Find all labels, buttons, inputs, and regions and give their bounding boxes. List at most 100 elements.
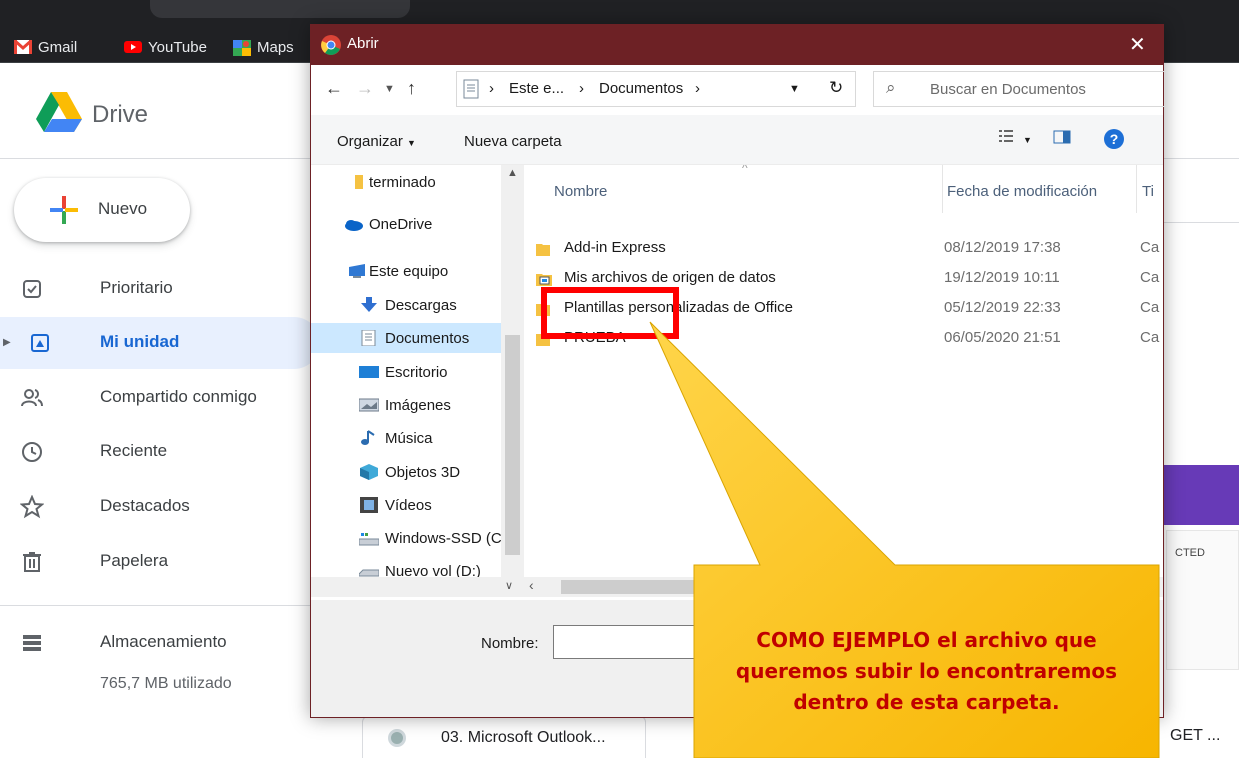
- file-name: Mis archivos de origen de datos: [564, 269, 776, 286]
- nav-pane-item[interactable]: Imágenes: [358, 390, 451, 420]
- horizontal-scrollbar[interactable]: ∨ ‹: [311, 577, 1163, 597]
- search-placeholder: Buscar en Documentos: [930, 81, 1086, 98]
- nav-pane-item[interactable]: Windows-SSD (C: [358, 523, 502, 553]
- nav-item-recent[interactable]: Reciente: [0, 426, 320, 478]
- download-icon: [359, 297, 379, 313]
- nav-item-label: Mi unidad: [100, 332, 180, 351]
- organize-menu[interactable]: Organizar ▼: [337, 133, 416, 150]
- filename-label: Nombre:: [481, 635, 539, 652]
- column-header-type[interactable]: Ti: [1142, 183, 1154, 200]
- nav-pane-item-selected[interactable]: Documentos: [311, 323, 501, 353]
- bookmark-youtube[interactable]: YouTube: [124, 36, 207, 58]
- nav-pane-item[interactable]: OneDrive: [343, 209, 432, 239]
- pictures-icon: [358, 397, 380, 413]
- onedrive-icon: [343, 216, 363, 232]
- trash-icon: [20, 550, 44, 574]
- thumbnail-text: CTED: [1175, 547, 1205, 559]
- maps-icon: [233, 40, 251, 56]
- nav-pane-item[interactable]: Música: [359, 423, 433, 453]
- nav-pane-label: Vídeos: [385, 496, 432, 514]
- file-date: 06/05/2020 21:51: [944, 329, 1061, 346]
- address-bar[interactable]: › Este e... › Documentos › ▼ ↻: [456, 71, 856, 107]
- file-type: Ca: [1140, 239, 1160, 256]
- nav-pane-item[interactable]: Escritorio: [359, 357, 448, 387]
- view-options-icon[interactable]: [999, 129, 1013, 147]
- this-pc-icon: [347, 263, 367, 279]
- search-box[interactable]: ⌕ Buscar en Documentos: [873, 71, 1165, 107]
- breadcrumb-item[interactable]: Documentos: [599, 80, 683, 97]
- nav-pane-item[interactable]: terminado: [355, 167, 436, 197]
- nav-item-my-drive[interactable]: ▶ Mi unidad: [0, 317, 320, 369]
- nav-pane-scrollbar[interactable]: ▲ ▼: [501, 165, 524, 597]
- file-date: 19/12/2019 10:11: [944, 269, 1060, 286]
- back-arrow-icon[interactable]: ←: [325, 78, 343, 99]
- nav-pane-label: Documentos: [385, 329, 470, 347]
- file-name-truncated[interactable]: GET ...: [1170, 727, 1220, 745]
- breadcrumb-separator: ›: [489, 80, 494, 97]
- close-icon[interactable]: ✕: [1129, 32, 1146, 57]
- up-arrow-icon[interactable]: ↑: [407, 78, 416, 99]
- new-button[interactable]: Nuevo: [14, 178, 190, 242]
- callout-line: queremos subir lo encontraremos: [735, 659, 1118, 683]
- gmail-icon: [13, 38, 33, 54]
- scroll-left-icon[interactable]: ‹: [529, 577, 534, 593]
- nav-item-starred[interactable]: Destacados: [0, 481, 320, 533]
- chevron-down-icon[interactable]: ∨: [505, 579, 513, 592]
- preview-pane-icon[interactable]: [1053, 130, 1071, 148]
- clock-icon: [20, 440, 44, 464]
- nav-pane-item[interactable]: Vídeos: [359, 490, 432, 520]
- bookmark-maps[interactable]: Maps: [233, 36, 294, 58]
- nav-pane-label: Este equipo: [369, 262, 449, 280]
- column-separator[interactable]: [942, 165, 943, 213]
- chevron-down-icon[interactable]: ▼: [789, 83, 800, 95]
- column-header-date[interactable]: Fecha de modificación: [947, 183, 1097, 200]
- nav-pane-label: Música: [385, 429, 433, 447]
- music-icon: [359, 430, 379, 446]
- file-list: ^ Nombre Fecha de modificación Ti Add-in…: [524, 165, 1163, 597]
- search-icon: ⌕: [886, 78, 896, 97]
- file-date: 08/12/2019 17:38: [944, 239, 1061, 256]
- browser-tab[interactable]: [150, 0, 410, 18]
- drive-logo-icon[interactable]: [36, 92, 82, 137]
- nav-item-label: Compartido conmigo: [100, 387, 257, 406]
- bookmark-gmail[interactable]: Gmail: [13, 36, 78, 58]
- file-row[interactable]: Add-in Express 08/12/2019 17:38 Ca: [524, 235, 1163, 263]
- nav-item-trash[interactable]: Papelera: [0, 536, 320, 588]
- nav-pane-item[interactable]: Objetos 3D: [359, 457, 460, 487]
- nav-item-label: Reciente: [100, 441, 168, 460]
- thumbnail-header: [1160, 465, 1239, 525]
- file-type: Ca: [1140, 269, 1160, 286]
- nav-pane-label: OneDrive: [369, 215, 433, 233]
- scrollbar-thumb[interactable]: [561, 580, 941, 594]
- new-folder-button[interactable]: Nueva carpeta: [464, 133, 562, 150]
- file-card[interactable]: 03. Microsoft Outlook...: [362, 716, 646, 758]
- expand-arrow-icon[interactable]: ▶: [3, 337, 11, 348]
- bookmark-label: Gmail: [38, 38, 78, 56]
- callout-text: COMO EJEMPLO el archivo que queremos sub…: [694, 625, 1159, 718]
- nav-pane-label: Windows-SSD (C: [385, 529, 502, 547]
- divider: [1163, 222, 1239, 223]
- help-icon[interactable]: ?: [1103, 128, 1125, 154]
- dialog-titlebar[interactable]: Abrir ✕: [311, 25, 1163, 65]
- nav-item-storage[interactable]: Almacenamiento: [0, 617, 320, 669]
- forward-arrow-icon[interactable]: →: [356, 78, 374, 99]
- file-name: Add-in Express: [564, 239, 666, 256]
- column-separator[interactable]: [1136, 165, 1137, 213]
- nav-item-priority[interactable]: Prioritario: [0, 263, 320, 315]
- nav-item-label: Papelera: [100, 551, 169, 570]
- drive-title: Drive: [92, 101, 149, 128]
- scrollbar-thumb[interactable]: [505, 335, 520, 555]
- breadcrumb-separator: ›: [695, 80, 700, 97]
- refresh-icon[interactable]: ↻: [829, 78, 843, 98]
- column-header-name[interactable]: Nombre: [554, 183, 607, 200]
- chevron-down-icon[interactable]: ▼: [1023, 135, 1032, 145]
- nav-pane-item[interactable]: Descargas: [359, 290, 457, 320]
- nav-item-shared[interactable]: Compartido conmigo: [0, 372, 320, 424]
- recent-locations-icon[interactable]: ▼: [384, 83, 395, 95]
- nav-pane-item[interactable]: Este equipo: [347, 256, 448, 286]
- svg-text:?: ?: [1110, 131, 1119, 147]
- scroll-up-icon[interactable]: ▲: [507, 167, 518, 179]
- priority-icon: [20, 277, 44, 301]
- callout-line: COMO EJEMPLO el archivo que: [756, 628, 1097, 652]
- breadcrumb-item[interactable]: Este e...: [509, 80, 564, 97]
